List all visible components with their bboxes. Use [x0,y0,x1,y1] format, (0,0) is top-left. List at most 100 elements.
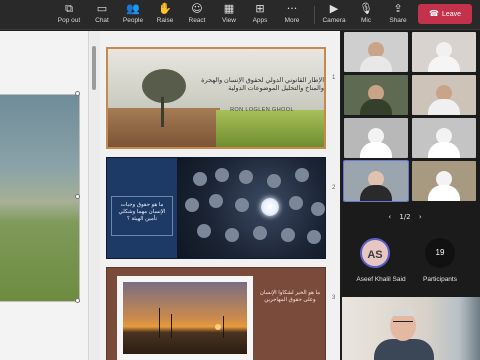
participant-body [428,99,460,115]
pop-out-label: Pop out [57,17,81,24]
lit-bulb-icon [261,198,279,216]
chevron-left-icon[interactable]: ‹ [388,213,391,221]
participants-label: Participants [423,276,457,283]
participant-video-tile[interactable] [412,118,476,158]
leave-button[interactable]: ☎ Leave [418,4,472,24]
chat-button[interactable]: ▭ Chat [85,2,119,28]
avatar: AS [360,238,390,268]
view-label: View [222,17,236,24]
bulb-icon [311,202,325,216]
share-button[interactable]: ⇪ Share [381,2,415,28]
turbine-icon [159,308,160,338]
more-icon: ··· [286,2,298,15]
phone-icon: ☎ [428,9,439,18]
view-button[interactable]: ▦ View [212,2,246,28]
participant-body [360,185,392,201]
participant-body [360,142,392,158]
bulb-icon [225,228,239,242]
bulb-icon [295,168,309,182]
slide-thumbnail-panel: الإطار القانوني الدولي لحقوق الإنسان وال… [100,31,340,360]
bulb-icon [185,198,199,212]
resize-handle[interactable] [75,298,80,303]
slide-thumbnail-1[interactable]: الإطار القانوني الدولي لحقوق الإنسان وال… [106,47,326,149]
resize-handle[interactable] [75,91,80,96]
slide-1-title: الإطار القانوني الدولي لحقوق الإنسان وال… [201,77,324,92]
participants-overflow-card[interactable]: 19 Participants [416,232,476,288]
main-slide-preview[interactable] [0,94,80,302]
meeting-toolbar: ⧉ Pop out ▭ Chat 👥 People ✋ Raise ☺ React ▦ Vi… [0,0,480,30]
react-label: React [188,17,206,24]
participant-video-tile[interactable] [344,32,408,72]
bulb-icon [289,196,303,210]
slide-3-text: ما هو الخير لشكاوا الإنسان وعلى حقوق الم… [259,290,321,303]
slide-thumbnail-3[interactable]: ما هو الخير لشكاوا الإنسان وعلى حقوق الم… [106,267,326,360]
sun-icon [215,324,221,330]
participant-video-tile-active[interactable] [343,160,409,202]
teams-meeting-window: ⧉ Pop out ▭ Chat 👥 People ✋ Raise ☺ React ▦ Vi… [0,0,480,360]
more-button[interactable]: ··· More [275,2,309,28]
slide-dry-ground [108,107,221,147]
mic-button[interactable]: 🎙 Mic [349,2,383,28]
share-icon: ⇪ [393,2,403,15]
tree-trunk [161,97,164,127]
participant-video-tile[interactable] [412,161,476,201]
bulb-icon [239,170,253,184]
participant-video-tile[interactable] [344,75,408,115]
participant-name: Aseef Khalil Said [356,276,406,283]
slide-number: 1 [332,75,336,81]
slide-number: 2 [332,185,336,191]
chat-label: Chat [95,17,109,24]
pop-out-button[interactable]: ⧉ Pop out [52,2,86,28]
participant-video-tile[interactable] [344,118,408,158]
slide-thumbnail-2[interactable]: ما هو حقوق وجبات الإنسان مهما وشكلي تأمي… [106,157,326,259]
leave-label: Leave [441,11,462,18]
bulb-icon [267,174,281,188]
participant-video-tile[interactable] [412,32,476,72]
bulb-icon [193,172,207,186]
participants-count: 19 [425,238,455,268]
people-button[interactable]: 👥 People [116,2,150,28]
view-icon: ▦ [223,2,235,15]
speaker-suit [374,339,434,360]
participant-video-tile[interactable] [412,75,476,115]
turbine-icon [223,316,224,338]
slides-scrollbar[interactable] [92,46,96,90]
wind-turbines-image [123,282,247,354]
bulb-icon [307,230,321,244]
toolbar-divider [314,6,315,24]
slide-1-author: RON LOGLEN GHOOL [230,107,294,113]
turbine-icon [171,314,172,338]
participant-body [428,185,460,201]
bulb-icon [235,198,249,212]
react-button[interactable]: ☺ React [180,2,214,28]
people-label: People [122,17,144,24]
bulb-icon [209,194,223,208]
react-icon: ☺ [191,2,203,15]
bulb-icon [253,226,267,240]
slide-3-photo-frame [117,276,253,360]
light-bulbs-image [177,158,325,258]
gallery-pager: ‹ 1/2 › [370,211,440,223]
pop-out-icon: ⧉ [65,2,73,15]
more-label: More [284,17,300,24]
glasses-icon [393,321,413,325]
chat-icon: ▭ [96,2,108,15]
camera-icon: ▶ [329,2,339,15]
camera-button[interactable]: ▶ Camera [317,2,351,28]
bulb-icon [215,168,229,182]
participant-body [360,56,392,72]
participant-body [428,142,460,158]
tree-icon [142,69,186,103]
resize-handle[interactable] [75,194,80,199]
mic-label: Mic [360,17,372,24]
slide-2-text-panel: ما هو حقوق وجبات الإنسان مهما وشكلي تأمي… [107,158,177,258]
page-indicator: 1/2 [399,213,411,221]
apps-icon: ⊞ [255,2,265,15]
apps-button[interactable]: ⊞ Apps [243,2,277,28]
slide-green-field [216,109,324,147]
raise-hand-button[interactable]: ✋ Raise [148,2,182,28]
chevron-right-icon[interactable]: › [419,213,422,221]
raise-hand-icon: ✋ [158,2,172,15]
speaker-video[interactable] [342,297,480,360]
participant-avatar-card[interactable]: AS Aseef Khalil Said [350,232,410,288]
